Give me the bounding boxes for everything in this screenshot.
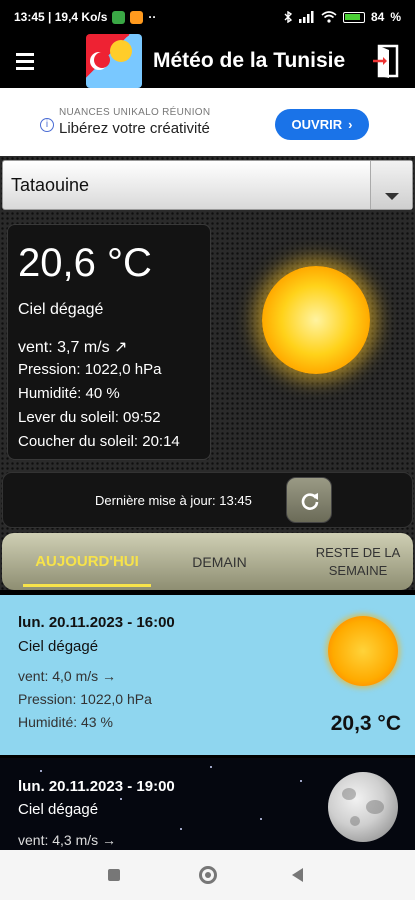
forecast-temperature: 20,3 °C [330,712,401,735]
battery-percent-sign: % [390,10,401,24]
refresh-button[interactable] [286,477,332,523]
exit-door-icon[interactable] [373,44,399,78]
signal-icon [298,11,314,23]
ad-open-button[interactable]: OUVRIR › [275,109,369,140]
tab-today[interactable]: AUJOURD'HUI [2,533,172,590]
notification-app-icon [112,10,126,24]
forecast-pressure: Pression: 1022,0 hPa [18,691,152,707]
current-humidity: Humidité: 40 % [18,385,120,402]
current-condition: Ciel dégagé [18,301,104,318]
refresh-icon [301,493,319,510]
forecast-datetime: lun. 20.11.2023 - 16:00 [18,614,175,631]
status-left: 13:45 | 19,4 Ko/s ·· [14,10,156,24]
ad-banner[interactable]: i NUANCES UNIKALO RÉUNION Libérez votre … [0,88,415,156]
tab-rest-of-week[interactable]: RESTE DE LA SEMAINE [299,533,413,590]
current-sunset: Coucher du soleil: 20:14 [18,433,180,450]
recent-apps-icon[interactable] [108,869,120,881]
forecast-humidity: Humidité: 43 % [18,714,113,730]
status-bar: 13:45 | 19,4 Ko/s ·· 84% [0,0,415,34]
bluetooth-icon [284,11,293,23]
current-sunrise: Lever du soleil: 09:52 [18,409,161,426]
forecast-datetime: lun. 20.11.2023 - 19:00 [18,778,175,795]
city-select[interactable]: Tataouine [2,160,413,210]
app-title: Météo de la Tunisie [153,49,346,72]
forecast-wind: vent: 4,0 m/s → [18,668,117,684]
current-temperature: 20,6 °C [18,241,152,285]
battery-icon [342,11,365,23]
notification-app-icon [130,10,144,24]
forecast-tabs: AUJOURD'HUI DEMAIN RESTE DE LA SEMAINE [2,533,413,590]
forecast-wind: vent: 4,3 m/s → [18,832,117,848]
status-right: 84% [283,10,401,24]
menu-button[interactable] [0,34,50,88]
current-wind: vent: 3,7 m/s ↗ [18,339,128,356]
ad-headline: Libérez votre créativité [59,120,210,137]
sun-icon [328,616,398,686]
update-bar: Dernière mise à jour: 13:45 [2,472,413,528]
wifi-icon [321,11,337,23]
system-nav-bar [0,850,415,900]
status-time-speed: 13:45 | 19,4 Ko/s [14,10,108,24]
chevron-down-icon[interactable] [370,161,412,209]
sun-icon [262,266,370,374]
last-update-text: Dernière mise à jour: 13:45 [95,493,252,508]
battery-percent: 84 [370,10,385,24]
more-notifications-icon: ·· [148,10,157,24]
app-logo [86,34,142,88]
home-icon[interactable] [199,866,217,884]
ad-sponsor: NUANCES UNIKALO RÉUNION [59,107,211,118]
current-weather-panel: 20,6 °C Ciel dégagé vent: 3,7 m/s ↗ Pres… [7,224,211,460]
city-select-value: Tataouine [11,175,90,195]
current-pressure: Pression: 1022,0 hPa [18,361,162,378]
moon-icon [328,772,398,842]
ad-open-label: OUVRIR [291,117,343,132]
active-tab-indicator [23,584,151,587]
forecast-condition: Ciel dégagé [18,801,99,818]
app-bar: Météo de la Tunisie [0,34,415,88]
ad-info-icon[interactable]: i [40,118,54,132]
chevron-right-icon: › [348,117,353,132]
hamburger-icon [16,52,34,56]
tab-tomorrow[interactable]: DEMAIN [152,533,287,590]
back-icon[interactable] [292,868,303,882]
forecast-condition: Ciel dégagé [18,638,99,655]
